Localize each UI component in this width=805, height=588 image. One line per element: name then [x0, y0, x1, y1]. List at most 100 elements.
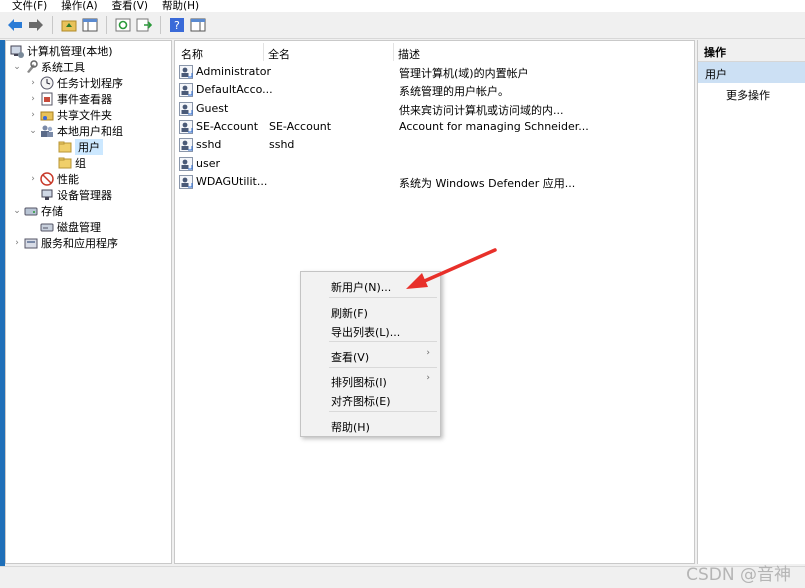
menu-separator	[329, 341, 437, 342]
user-name-cell: sshd	[196, 138, 222, 152]
chevron-down-icon[interactable]: ⌄	[28, 126, 38, 136]
user-account-icon	[179, 65, 193, 79]
actions-section-users[interactable]: 用户	[698, 62, 805, 83]
menu-item-arrange-icons[interactable]: 排列图标(I)	[331, 374, 387, 390]
action-pane-icon[interactable]	[189, 16, 207, 34]
refresh-icon[interactable]	[114, 16, 132, 34]
menu-item-export-list[interactable]: 导出列表(L)...	[331, 324, 400, 340]
context-menu: 新用户(N)... 刷新(F) 导出列表(L)... 查看(V) › 排列图标(…	[300, 271, 441, 437]
status-bar	[0, 566, 805, 588]
services-icon	[24, 236, 38, 250]
menu-help[interactable]: 帮助(H)	[162, 0, 199, 12]
menu-item-new-user[interactable]: 新用户(N)...	[331, 279, 391, 295]
column-header-description[interactable]: 描述	[398, 46, 420, 62]
folder-icon	[58, 140, 72, 154]
tools-icon	[24, 60, 38, 74]
svg-text:?: ?	[174, 19, 180, 32]
tree-disk-management[interactable]: 磁盘管理	[38, 219, 101, 235]
event-viewer-icon	[40, 92, 54, 106]
column-header-name[interactable]: 名称	[181, 46, 203, 62]
export-list-icon[interactable]	[135, 16, 153, 34]
chevron-right-icon[interactable]: ›	[28, 110, 38, 120]
up-folder-icon[interactable]	[60, 16, 78, 34]
folder-icon	[58, 156, 72, 170]
help-icon[interactable]: ?	[168, 16, 186, 34]
storage-icon	[24, 204, 38, 218]
column-divider[interactable]	[263, 43, 264, 61]
red-arrow-icon	[406, 248, 497, 289]
toolbar-separator	[52, 16, 53, 34]
tree-performance[interactable]: › 性能	[28, 171, 79, 187]
menu-bar: 文件(F) 操作(A) 查看(V) 帮助(H)	[0, 0, 805, 12]
menu-file[interactable]: 文件(F)	[12, 0, 47, 12]
chevron-right-icon[interactable]: ›	[28, 78, 38, 88]
tree-users[interactable]: 用户	[56, 139, 103, 155]
chevron-down-icon[interactable]: ⌄	[12, 206, 22, 216]
user-account-icon	[179, 174, 193, 189]
show-hide-tree-icon[interactable]	[81, 16, 99, 34]
tree-shared-folders[interactable]: › 共享文件夹	[28, 107, 112, 123]
console-tree: 计算机管理(本地) ⌄ 系统工具 › 任务计划程序 › 事件查看器 › 共享文件…	[5, 40, 172, 564]
user-description-cell: 供来宾访问计算机或访问域的内...	[399, 103, 564, 117]
table-row[interactable]: sshd sshd	[179, 136, 689, 154]
table-row[interactable]: SE-Account SE-Account Account for managing…	[179, 118, 689, 136]
user-name-cell: user	[196, 156, 220, 170]
menu-item-align-icons[interactable]: 对齐图标(E)	[331, 393, 391, 409]
chevron-right-icon[interactable]: ›	[28, 94, 38, 104]
menu-separator	[329, 367, 437, 368]
toolbar-separator	[106, 16, 107, 34]
table-row[interactable]: DefaultAcco... 系统管理的用户帐户。	[179, 81, 689, 99]
forward-arrow-icon[interactable]	[27, 16, 45, 34]
performance-icon	[40, 172, 54, 186]
table-row[interactable]: WDAGUtilit... 系统为 Windows Defender 应用...	[179, 173, 689, 191]
toolbar-separator	[160, 16, 161, 34]
submenu-arrow-icon: ›	[426, 373, 430, 383]
table-row[interactable]: Administrator 管理计算机(域)的内置帐户	[179, 63, 689, 81]
user-account-icon	[179, 119, 193, 134]
user-name-cell: SE-Account	[196, 119, 259, 133]
submenu-arrow-icon: ›	[426, 348, 430, 358]
tree-local-users-groups[interactable]: ⌄ 本地用户和组	[28, 123, 123, 139]
tree-groups[interactable]: 组	[56, 155, 86, 171]
clock-icon	[40, 76, 54, 90]
tree-root[interactable]: 计算机管理(本地)	[8, 43, 113, 59]
user-account-icon	[179, 138, 193, 153]
menu-item-help[interactable]: 帮助(H)	[331, 419, 370, 435]
actions-header: 操作	[698, 40, 805, 62]
watermark: CSDN @音神	[686, 565, 791, 585]
user-account-icon	[179, 83, 193, 98]
device-manager-icon	[40, 188, 54, 202]
user-name-cell: WDAGUtilit...	[196, 174, 268, 188]
table-row[interactable]: user	[179, 155, 689, 173]
menu-view[interactable]: 查看(V)	[112, 0, 148, 12]
toolbar: ?	[0, 12, 805, 39]
tree-services-apps[interactable]: › 服务和应用程序	[12, 235, 118, 251]
menu-action[interactable]: 操作(A)	[61, 0, 97, 12]
user-description-cell: 系统为 Windows Defender 应用...	[399, 176, 576, 190]
tree-device-manager[interactable]: 设备管理器	[38, 187, 112, 203]
user-account-icon	[179, 101, 193, 116]
tree-event-viewer[interactable]: › 事件查看器	[28, 91, 112, 107]
tree-task-scheduler[interactable]: › 任务计划程序	[28, 75, 123, 91]
users-group-icon	[40, 124, 54, 138]
tree-system-tools[interactable]: ⌄ 系统工具	[12, 59, 85, 75]
menu-item-refresh[interactable]: 刷新(F)	[331, 305, 368, 321]
chevron-right-icon[interactable]: ›	[12, 238, 22, 248]
menu-separator	[329, 297, 437, 298]
column-divider[interactable]	[393, 43, 394, 61]
user-fullname-cell: sshd	[269, 138, 295, 152]
computer-management-window: 文件(F) 操作(A) 查看(V) 帮助(H) ? 计算机管理(本地) ⌄ 系统…	[0, 0, 805, 588]
menu-separator	[329, 411, 437, 412]
menu-item-view[interactable]: 查看(V)	[331, 349, 369, 365]
table-row[interactable]: Guest 供来宾访问计算机或访问域的内...	[179, 100, 689, 118]
chevron-right-icon[interactable]: ›	[28, 174, 38, 184]
user-name-cell: DefaultAcco...	[196, 83, 273, 97]
more-actions-link[interactable]: 更多操作	[726, 87, 770, 103]
user-description-cell: 系统管理的用户帐户。	[399, 85, 509, 99]
shared-folder-icon	[40, 108, 54, 122]
back-arrow-icon[interactable]	[6, 16, 24, 34]
column-header-fullname[interactable]: 全名	[268, 46, 290, 62]
tree-storage[interactable]: ⌄ 存储	[12, 203, 63, 219]
chevron-down-icon[interactable]: ⌄	[12, 62, 22, 72]
user-name-cell: Administrator	[196, 65, 271, 78]
